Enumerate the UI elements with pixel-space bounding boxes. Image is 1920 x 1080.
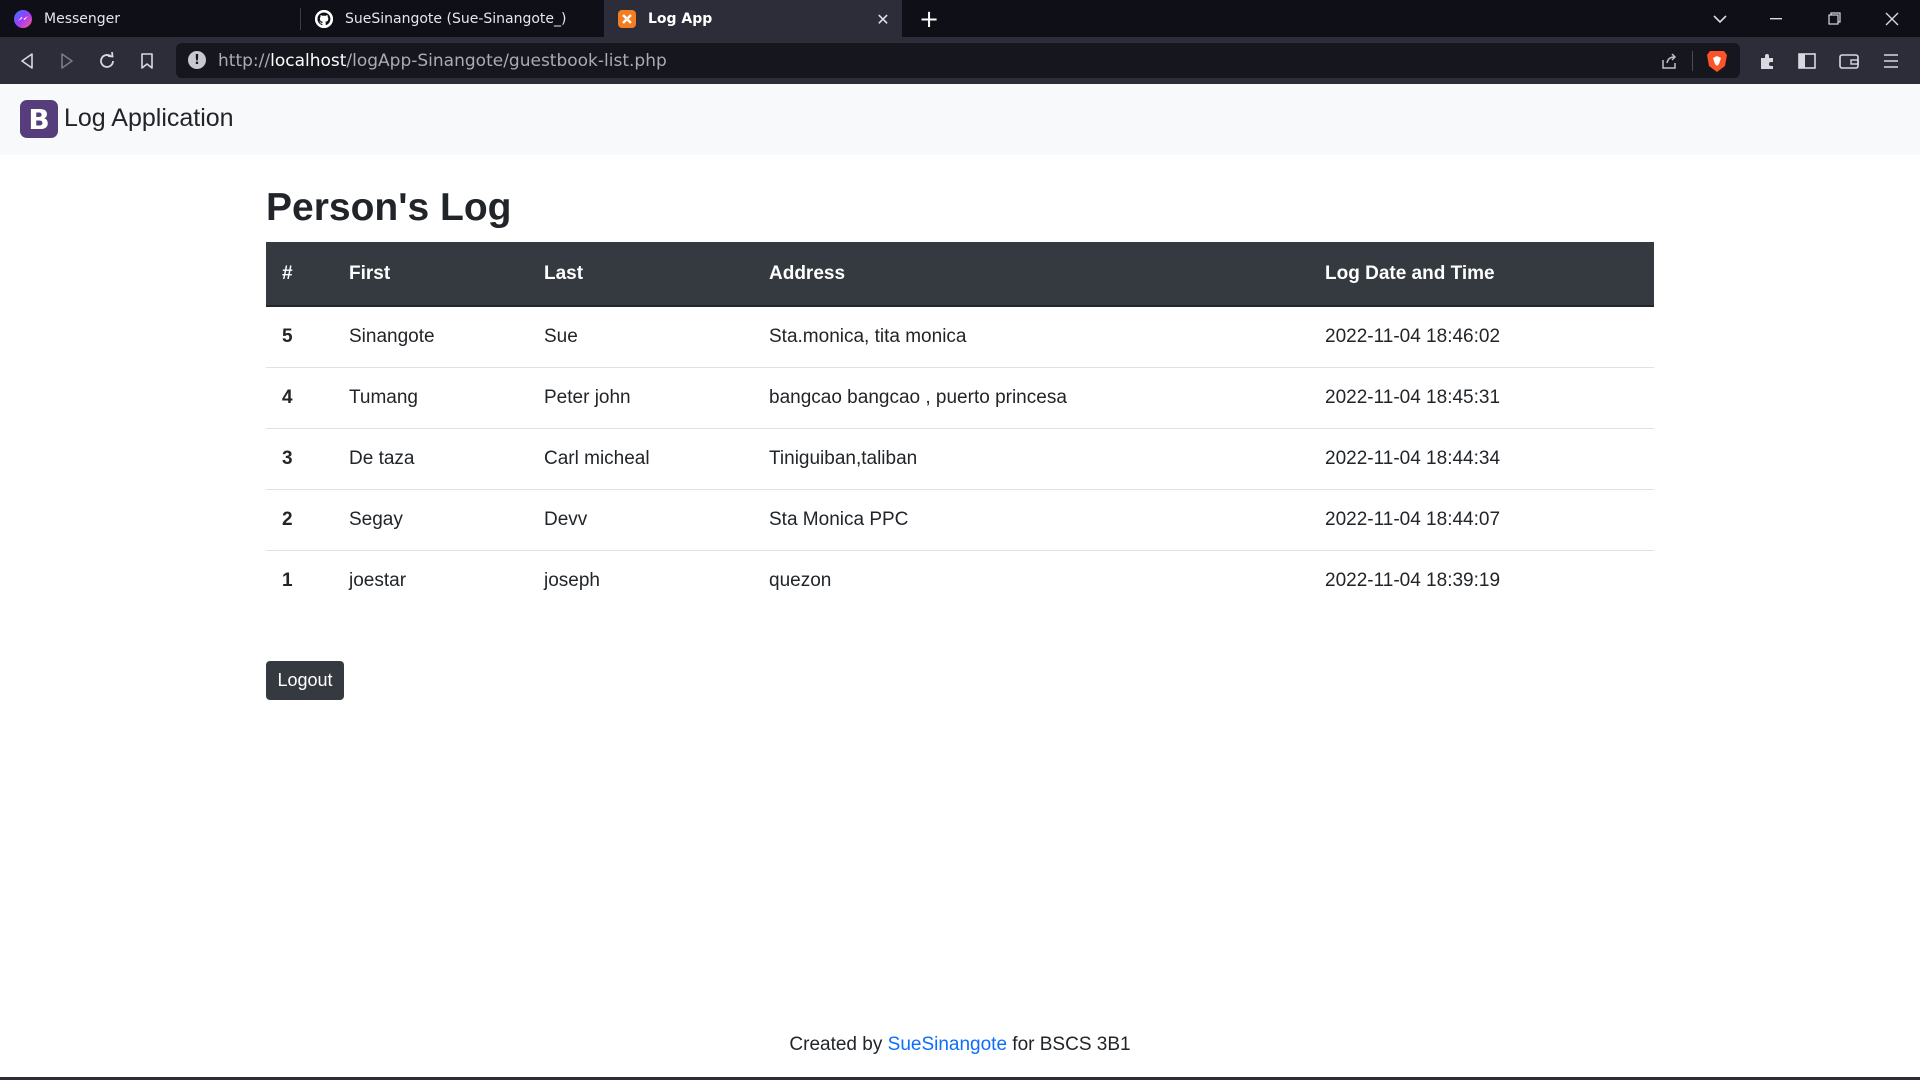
browser-tab-bar: Messenger SueSinangote (Sue-Sinangote_) … xyxy=(0,0,1920,37)
github-icon xyxy=(315,9,333,28)
cell-address: quezon xyxy=(769,569,832,591)
cell-datetime: 2022-11-04 18:39:19 xyxy=(1325,569,1501,591)
url-text[interactable]: http://localhost/logApp-Sinangote/guestb… xyxy=(218,51,667,71)
extensions-icon[interactable] xyxy=(1754,48,1780,74)
close-tab-icon[interactable]: ✕ xyxy=(872,8,894,30)
table-row: 5 Sinangote Sue Sta.monica, tita monica … xyxy=(266,306,1654,368)
bootstrap-logo-icon[interactable]: B xyxy=(20,100,58,138)
wallet-icon[interactable] xyxy=(1836,48,1862,74)
cell-first: joestar xyxy=(349,569,407,591)
tab-github[interactable]: SueSinangote (Sue-Sinangote_) xyxy=(301,0,603,37)
restore-window-button[interactable] xyxy=(1806,0,1862,37)
footer: Created by SueSinangote for BSCS 3B1 xyxy=(0,1034,1920,1056)
messenger-icon xyxy=(14,9,32,28)
bookmark-icon[interactable] xyxy=(134,48,160,74)
table-row: 2 Segay Devv Sta Monica PPC 2022-11-04 1… xyxy=(266,489,1654,551)
cell-last: Devv xyxy=(528,489,753,551)
column-header-log-datetime: Log Date and Time xyxy=(1309,242,1654,307)
table-row: 1 joestar joseph quezon 2022-11-04 18:39… xyxy=(266,550,1654,611)
cell-first: Segay xyxy=(333,489,528,551)
cell-address: Sta.monica, tita monica xyxy=(753,306,1309,368)
address-bar[interactable]: ! http://localhost/logApp-Sinangote/gues… xyxy=(176,43,1740,78)
sidebar-toggle-icon[interactable] xyxy=(1794,48,1820,74)
reload-button[interactable] xyxy=(94,48,120,74)
menu-icon[interactable] xyxy=(1878,48,1904,74)
brand-name[interactable]: Log Application xyxy=(64,104,234,133)
cell-last: Peter john xyxy=(528,367,753,429)
page-title: Person's Log xyxy=(266,186,512,229)
share-icon[interactable] xyxy=(1658,50,1680,72)
forward-button[interactable] xyxy=(54,48,80,74)
tab-list-chevron-icon[interactable] xyxy=(1692,0,1748,37)
tab-log-app[interactable]: Log App ✕ xyxy=(604,0,902,37)
cell-last: Sue xyxy=(528,306,753,368)
cell-first: De taza xyxy=(333,428,528,490)
brave-shield-icon[interactable] xyxy=(1706,49,1728,73)
app-navbar: B Log Application xyxy=(0,84,1920,155)
cell-address: Sta Monica PPC xyxy=(753,489,1309,551)
cell-datetime: 2022-11-04 18:45:31 xyxy=(1309,367,1654,429)
close-window-button[interactable] xyxy=(1864,0,1920,37)
column-header-last: Last xyxy=(528,242,753,307)
cell-first: Sinangote xyxy=(333,306,528,368)
cell-id: 5 xyxy=(266,306,333,368)
log-table: # First Last Address Log Date and Time 5… xyxy=(266,242,1654,611)
cell-first: Tumang xyxy=(333,367,528,429)
cell-datetime: 2022-11-04 18:44:34 xyxy=(1309,428,1654,490)
cell-datetime: 2022-11-04 18:46:02 xyxy=(1309,306,1654,368)
browser-toolbar: ! http://localhost/logApp-Sinangote/gues… xyxy=(0,37,1920,84)
minimize-window-button[interactable] xyxy=(1748,0,1804,37)
cell-address: bangcao bangcao , puerto princesa xyxy=(753,367,1309,429)
cell-address: Tiniguiban,taliban xyxy=(753,428,1309,490)
cell-id: 1 xyxy=(282,569,293,591)
cell-last: joseph xyxy=(544,569,600,591)
table-header-row: # First Last Address Log Date and Time xyxy=(266,242,1654,307)
footer-suffix: for BSCS 3B1 xyxy=(1007,1034,1131,1055)
back-button[interactable] xyxy=(14,48,40,74)
logout-button[interactable]: Logout xyxy=(266,661,344,700)
site-info-icon[interactable]: ! xyxy=(188,51,206,69)
cell-last: Carl micheal xyxy=(528,428,753,490)
column-header-number: # xyxy=(266,242,333,307)
cell-id: 3 xyxy=(266,428,333,490)
footer-prefix: Created by xyxy=(789,1034,888,1055)
table-row: 4 Tumang Peter john bangcao bangcao , pu… xyxy=(266,367,1654,429)
tab-messenger[interactable]: Messenger xyxy=(0,0,300,37)
footer-author-link[interactable]: SueSinangote xyxy=(888,1034,1007,1055)
column-header-address: Address xyxy=(753,242,1309,307)
new-tab-button[interactable]: + xyxy=(916,5,942,33)
cell-id: 2 xyxy=(266,489,333,551)
xampp-icon xyxy=(618,9,636,28)
table-row: 3 De taza Carl micheal Tiniguiban,taliba… xyxy=(266,428,1654,490)
cell-datetime: 2022-11-04 18:44:07 xyxy=(1309,489,1654,551)
url-separator xyxy=(1692,51,1693,71)
column-header-first: First xyxy=(333,242,528,307)
cell-id: 4 xyxy=(266,367,333,429)
